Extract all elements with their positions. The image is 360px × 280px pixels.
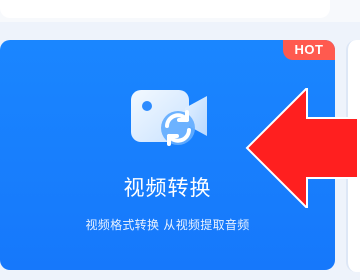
video-convert-icon-graphic: [131, 90, 207, 146]
red-arrow-icon: [245, 88, 359, 208]
previous-card-edge: [0, 0, 330, 18]
hot-badge: HOT: [283, 40, 335, 60]
card-subtitle: 视频格式转换 从视频提取音频: [85, 218, 250, 232]
app-page: HOT 视频转换 视频格式转换 从视频提取音频: [0, 0, 360, 280]
video-convert-icon: [127, 84, 215, 152]
top-strip: [0, 0, 360, 22]
